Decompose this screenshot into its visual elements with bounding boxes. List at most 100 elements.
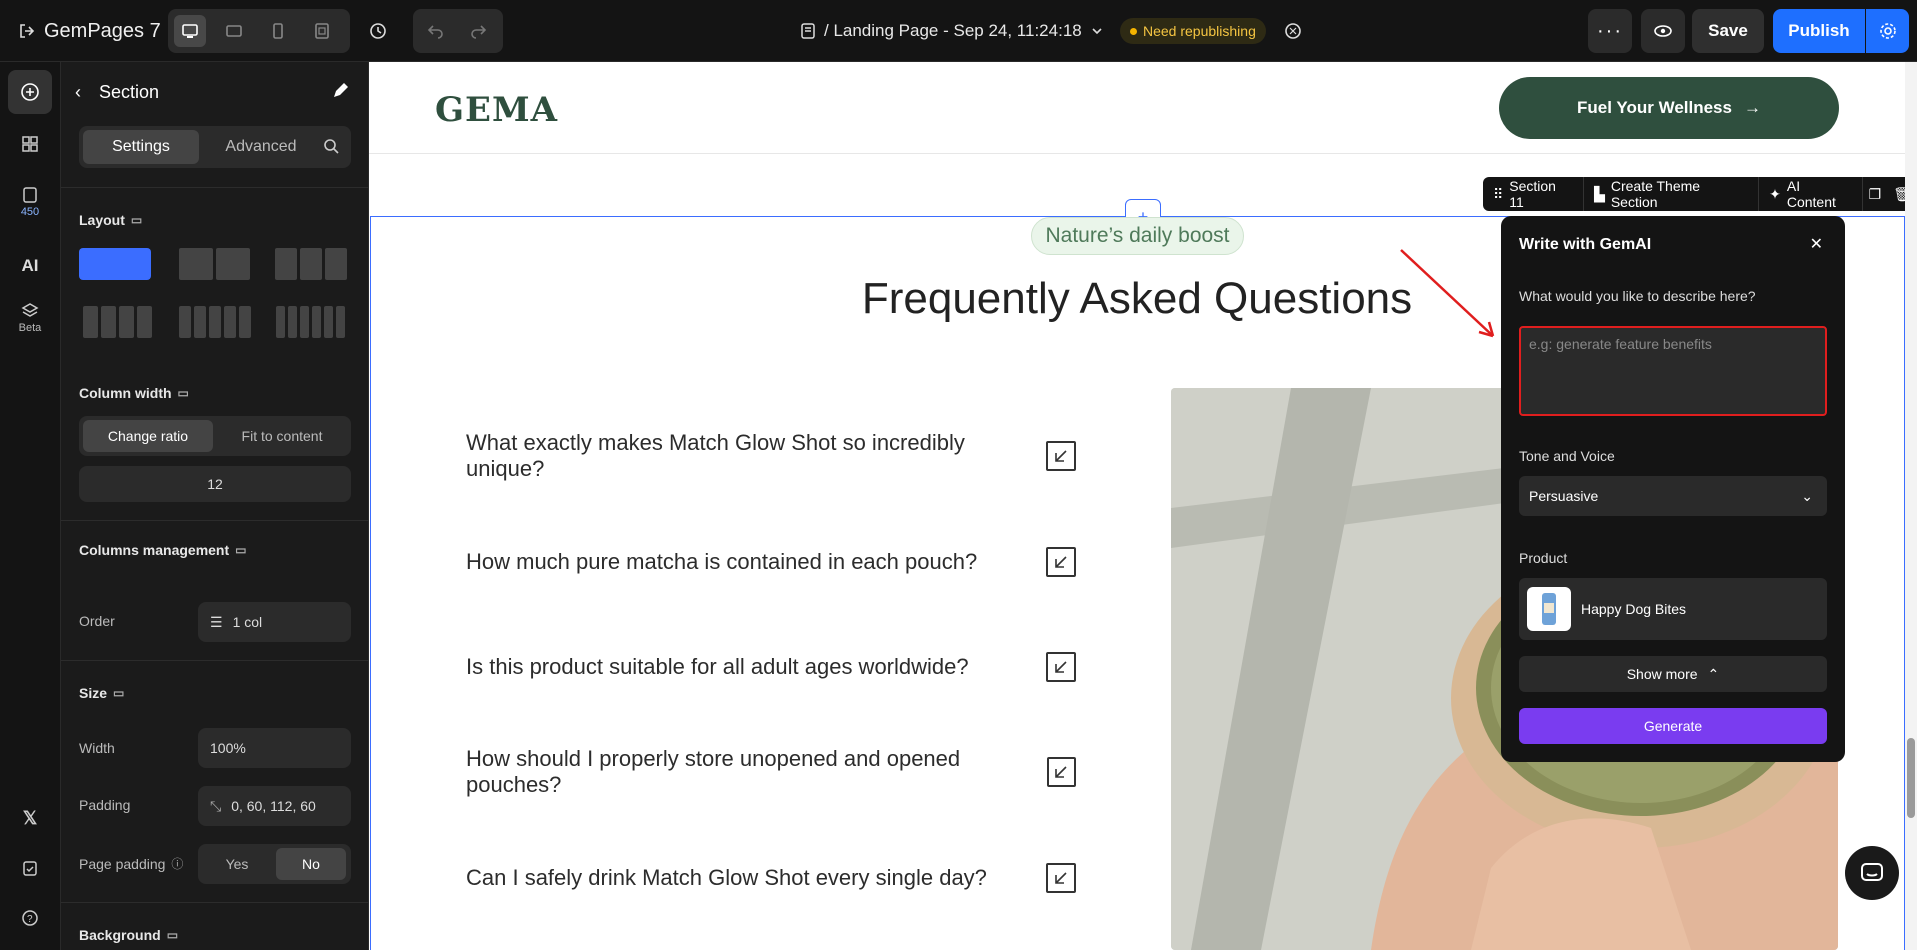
width-label: Width <box>79 740 115 756</box>
desktop-icon: ▭ <box>113 686 125 700</box>
divider <box>61 187 369 188</box>
exit-editor-button[interactable]: GemPages 7 <box>18 18 161 44</box>
checklist-button[interactable] <box>8 846 52 890</box>
padding-field[interactable]: ⤡ 0, 60, 112, 60 <box>198 786 351 826</box>
desktop-icon: ▭ <box>166 928 179 942</box>
faq-question: Can I safely drink Match Glow Shot every… <box>466 865 987 890</box>
undo-redo-group <box>413 9 503 53</box>
ai-button[interactable]: AI <box>8 244 52 288</box>
save-button[interactable]: Save <box>1692 9 1764 53</box>
width-value: 100% <box>210 740 246 756</box>
back-icon[interactable]: ‹ <box>75 82 81 103</box>
x-button[interactable]: 𝕏 <box>8 796 52 840</box>
editor-canvas: GEMA Fuel Your Wellness→ + Nature’s dail… <box>369 62 1917 950</box>
brand-logo[interactable]: GEMA <box>435 90 558 130</box>
generate-button[interactable]: Generate <box>1519 708 1827 744</box>
chat-launcher[interactable] <box>1845 846 1899 900</box>
exit-icon <box>20 24 35 38</box>
desktop-icon <box>182 24 198 38</box>
layout-1-col[interactable] <box>79 248 151 280</box>
faq-item[interactable]: Is this product suitable for all adult a… <box>466 649 1076 685</box>
faq-item[interactable]: How much pure matcha is contained in eac… <box>466 544 1076 580</box>
tablet-icon <box>226 25 242 37</box>
search-icon[interactable] <box>323 138 341 161</box>
canvas-scrollbar[interactable] <box>1905 62 1917 950</box>
layout-3-col[interactable] <box>275 248 347 280</box>
section-toolbar: ⠿ Section 11 ▙ Create Theme Section ✦ AI Co… <box>1483 177 1917 211</box>
faq-item[interactable]: Can I safely drink Match Glow Shot every… <box>466 860 1076 896</box>
section-drag-handle[interactable]: ⠿ Section 11 <box>1483 177 1585 211</box>
background-heading: Background ▭ <box>79 927 179 943</box>
order-field[interactable]: ☰ 1 col <box>198 602 351 642</box>
faq-item[interactable]: How should I properly store unopened and… <box>466 746 1076 797</box>
page-padding-no[interactable]: No <box>276 848 346 880</box>
mobile-icon <box>273 23 283 39</box>
padding-icon: ⤡ <box>210 797 222 814</box>
scroll-thumb[interactable] <box>1907 738 1915 818</box>
expand-icon <box>1046 863 1076 893</box>
mobile-view-button[interactable] <box>262 15 294 47</box>
page-selector[interactable]: / Landing Page - Sep 24, 11:24:18 <box>800 18 1104 44</box>
publish-settings-button[interactable] <box>1866 9 1909 53</box>
chat-icon <box>1861 863 1883 881</box>
eyebrow-pill: Nature’s daily boost <box>1031 217 1244 255</box>
page-icon <box>23 187 37 203</box>
show-more-label: Show more <box>1626 666 1698 682</box>
create-theme-section-button[interactable]: ▙ Create Theme Section <box>1584 177 1760 211</box>
integrations-button[interactable] <box>1280 18 1306 44</box>
preview-button[interactable] <box>1641 9 1685 53</box>
layers-button[interactable]: Beta <box>8 296 52 340</box>
responsive-view-button[interactable] <box>306 15 338 47</box>
layout-2-col[interactable] <box>179 248 250 280</box>
close-icon[interactable]: ✕ <box>1810 234 1823 254</box>
ai-content-button[interactable]: ✦ AI Content <box>1759 177 1863 211</box>
tab-advanced[interactable]: Advanced <box>203 130 319 164</box>
tablet-landscape-button[interactable] <box>218 15 250 47</box>
desktop-view-button[interactable] <box>174 15 206 47</box>
info-icon: ⓘ <box>171 857 184 871</box>
change-ratio-option[interactable]: Change ratio <box>83 420 213 452</box>
duplicate-button[interactable]: ❐ <box>1863 177 1888 211</box>
page-padding-label: Page padding ⓘ <box>79 855 184 872</box>
history-button[interactable] <box>362 15 394 47</box>
cta-button[interactable]: Fuel Your Wellness → <box>1499 77 1839 139</box>
fit-to-content-option[interactable]: Fit to content <box>217 420 347 452</box>
layout-6-col[interactable] <box>276 306 345 338</box>
tab-settings[interactable]: Settings <box>83 130 199 164</box>
edit-icon[interactable] <box>331 82 349 105</box>
column-ratio-field[interactable]: 12 <box>79 466 351 502</box>
layout-5-col[interactable] <box>179 306 251 338</box>
help-button[interactable]: ? <box>8 896 52 940</box>
page-icon <box>801 23 815 39</box>
page-padding-switch: Yes No <box>198 844 351 884</box>
svg-text:?: ? <box>27 914 33 925</box>
width-field[interactable]: 100% <box>198 728 351 768</box>
layout-4-col[interactable] <box>83 306 152 338</box>
pages-button[interactable]: 450 <box>8 180 52 224</box>
padding-value: 0, 60, 112, 60 <box>231 798 316 814</box>
order-value: 1 col <box>232 614 263 630</box>
page-padding-yes[interactable]: Yes <box>202 848 272 880</box>
sections-button[interactable] <box>8 122 52 166</box>
annotation-arrow <box>1400 249 1495 338</box>
publish-button[interactable]: Publish <box>1773 9 1865 53</box>
tone-select[interactable]: Persuasive ⌄ <box>1519 476 1827 516</box>
expand-icon <box>1046 441 1076 471</box>
plug-icon <box>1285 23 1301 39</box>
faq-item[interactable]: What exactly makes Match Glow Shot so in… <box>466 430 1076 481</box>
prompt-input[interactable] <box>1519 326 1827 416</box>
product-picker[interactable]: Happy Dog Bites <box>1519 578 1827 640</box>
show-more-button[interactable]: Show more ⌃ <box>1519 656 1827 692</box>
chevron-down-icon: ⌄ <box>1801 487 1813 504</box>
create-theme-label: Create Theme Section <box>1610 178 1701 210</box>
panel-title: Section <box>99 81 160 102</box>
prompt-label: What would you like to describe here? <box>1519 288 1756 304</box>
undo-icon[interactable] <box>427 21 445 44</box>
divider <box>61 660 369 661</box>
more-options-button[interactable]: ··· <box>1588 9 1632 53</box>
status-badge: Need republishing <box>1120 18 1266 44</box>
redo-icon[interactable] <box>469 21 487 44</box>
add-element-button[interactable] <box>8 70 52 114</box>
faq-question: How much pure matcha is contained in eac… <box>466 549 978 574</box>
order-label: Order <box>79 613 115 629</box>
